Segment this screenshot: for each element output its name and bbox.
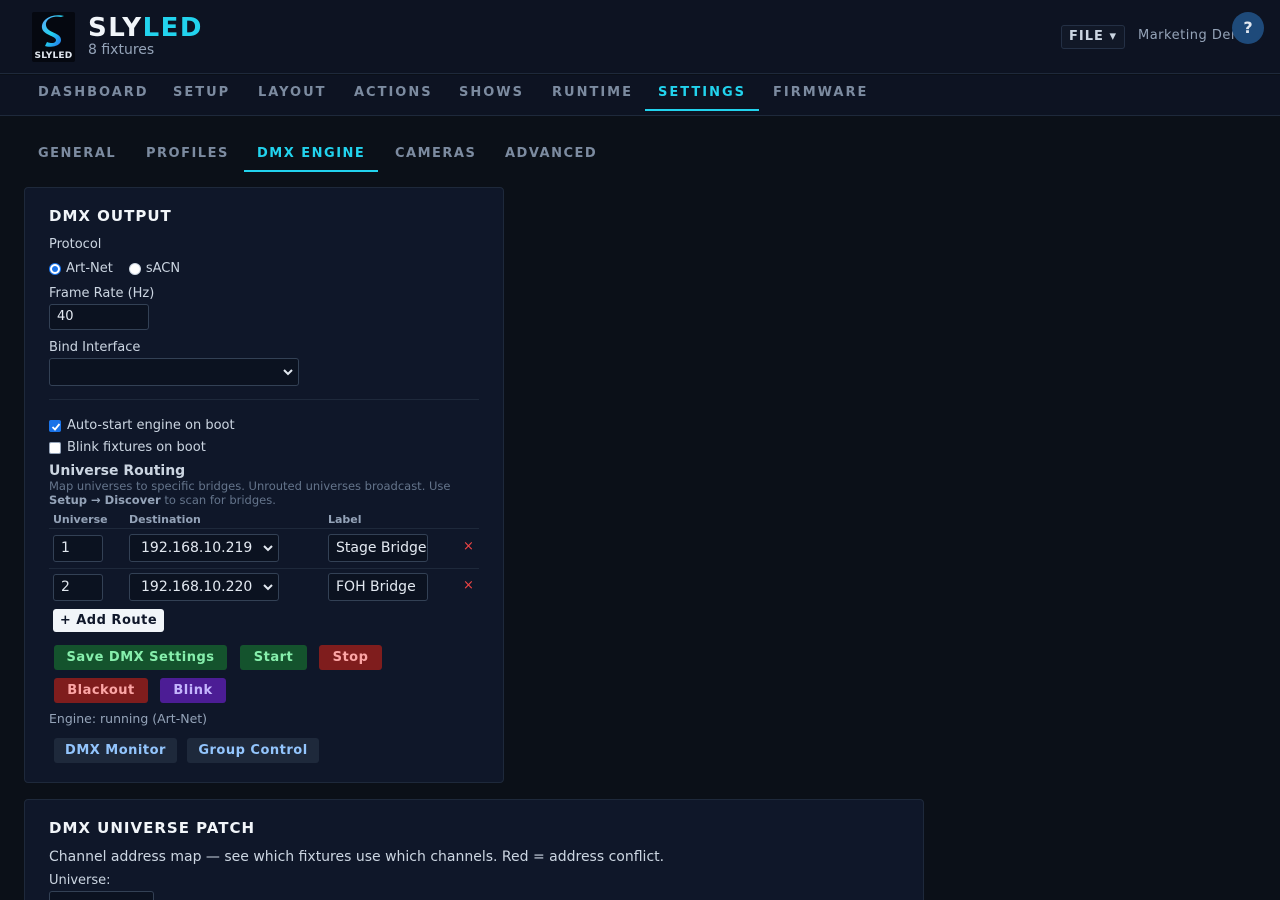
tab-setup[interactable]: SETUP (160, 75, 243, 111)
subtab-profiles[interactable]: PROFILES (133, 137, 242, 172)
protocol-radio-group: Art-Net sACN (49, 261, 180, 276)
help-button[interactable]: ? (1232, 12, 1264, 44)
chevron-down-icon (263, 545, 273, 552)
route-destination-value: 192.168.10.219 (141, 540, 253, 556)
route-destination-select[interactable]: 192.168.10.219 (129, 534, 279, 562)
subtab-advanced[interactable]: ADVANCED (492, 137, 610, 172)
protocol-sacn-label: sACN (145, 261, 181, 276)
route-label-input[interactable]: FOH Bridge (328, 573, 428, 601)
column-header-universe: Universe (53, 513, 108, 526)
save-dmx-settings-button[interactable]: Save DMX Settings (54, 645, 227, 670)
patch-description: Channel address map — see which fixtures… (49, 849, 665, 865)
start-button[interactable]: Start (240, 645, 307, 670)
tab-layout[interactable]: LAYOUT (245, 75, 340, 111)
logo-text: SLYLED (34, 51, 73, 61)
bind-interface-label: Bind Interface (49, 340, 141, 355)
tab-shows[interactable]: SHOWS (446, 75, 537, 111)
tab-firmware[interactable]: FIRMWARE (760, 75, 881, 111)
group-control-button[interactable]: Group Control (187, 738, 319, 763)
blink-on-boot-row: Blink fixtures on boot (49, 440, 206, 455)
add-route-button[interactable]: + Add Route (53, 609, 164, 632)
divider (49, 399, 479, 400)
route-universe-input[interactable]: 1 (53, 535, 103, 562)
stop-button[interactable]: Stop (319, 645, 382, 670)
app-logo: SLYLED (32, 12, 75, 62)
checkmark-icon (51, 422, 61, 431)
main-nav: DASHBOARD SETUP LAYOUT ACTIONS SHOWS RUN… (0, 75, 1280, 116)
hint-setup: Setup (49, 493, 87, 507)
hint-discover: Discover (104, 493, 161, 507)
dmx-monitor-button[interactable]: DMX Monitor (54, 738, 177, 763)
patch-universe-select[interactable] (49, 891, 154, 900)
protocol-label: Protocol (49, 237, 102, 252)
hint-text: Map universes to specific bridges. Unrou… (49, 479, 451, 493)
protocol-artnet-radio[interactable] (49, 262, 61, 275)
subtab-general[interactable]: GENERAL (25, 137, 129, 172)
universe-routing-hint: Map universes to specific bridges. Unrou… (49, 479, 469, 507)
fixture-count: 8 fixtures (88, 42, 155, 58)
patch-title: DMX UNIVERSE PATCH (49, 819, 256, 837)
file-menu-button[interactable]: FILE ▾ (1061, 25, 1125, 49)
bind-interface-select[interactable] (49, 358, 299, 386)
app-title-part1: SLY (88, 13, 143, 43)
universe-routing-title: Universe Routing (49, 463, 186, 479)
auto-start-label: Auto-start engine on boot (67, 418, 235, 433)
chevron-down-icon (263, 584, 273, 591)
column-header-destination: Destination (129, 513, 201, 526)
blink-on-boot-checkbox[interactable] (49, 441, 61, 454)
frame-rate-input[interactable]: 40 (49, 304, 149, 330)
patch-universe-label: Universe: (49, 873, 111, 888)
app-title: SLYLED (88, 12, 203, 44)
engine-status: Engine: running (Art-Net) (49, 711, 208, 726)
dmx-universe-patch-card: DMX UNIVERSE PATCH Channel address map —… (24, 799, 924, 900)
subtab-cameras[interactable]: CAMERAS (382, 137, 489, 172)
blink-on-boot-label: Blink fixtures on boot (67, 440, 206, 455)
app-title-part2: LED (142, 13, 203, 43)
close-icon[interactable]: × (463, 539, 474, 554)
route-destination-select[interactable]: 192.168.10.220 (129, 573, 279, 601)
tab-runtime[interactable]: RUNTIME (539, 75, 646, 111)
subtab-dmx-engine[interactable]: DMX ENGINE (244, 137, 379, 172)
tab-dashboard[interactable]: DASHBOARD (25, 75, 162, 111)
auto-start-checkbox[interactable] (49, 419, 61, 432)
protocol-sacn-radio[interactable] (128, 262, 141, 275)
route-label-input[interactable]: Stage Bridge (328, 534, 428, 562)
route-universe-input[interactable]: 2 (53, 574, 103, 601)
column-header-label: Label (328, 513, 362, 526)
dmx-output-title: DMX OUTPUT (49, 207, 172, 225)
route-destination-value: 192.168.10.220 (141, 579, 253, 595)
blink-button[interactable]: Blink (160, 678, 226, 703)
hint-end: to scan for bridges. (160, 493, 276, 507)
slyled-s-logo-icon (41, 15, 64, 47)
row-divider (49, 528, 479, 529)
app-header: SLYLED SLYLED 8 fixtures FILE ▾ Marketin… (0, 0, 1280, 74)
row-divider (49, 568, 479, 569)
blackout-button[interactable]: Blackout (54, 678, 148, 703)
hint-arrow: → (87, 493, 105, 507)
frame-rate-label: Frame Rate (Hz) (49, 286, 155, 301)
auto-start-row: Auto-start engine on boot (49, 418, 235, 433)
tab-settings[interactable]: SETTINGS (645, 75, 760, 111)
chevron-down-icon (283, 369, 293, 376)
close-icon[interactable]: × (463, 578, 474, 593)
protocol-artnet-label: Art-Net (66, 261, 113, 276)
tab-actions[interactable]: ACTIONS (341, 75, 446, 111)
dmx-output-card: DMX OUTPUT Protocol Art-Net sACN Frame R… (24, 187, 504, 783)
